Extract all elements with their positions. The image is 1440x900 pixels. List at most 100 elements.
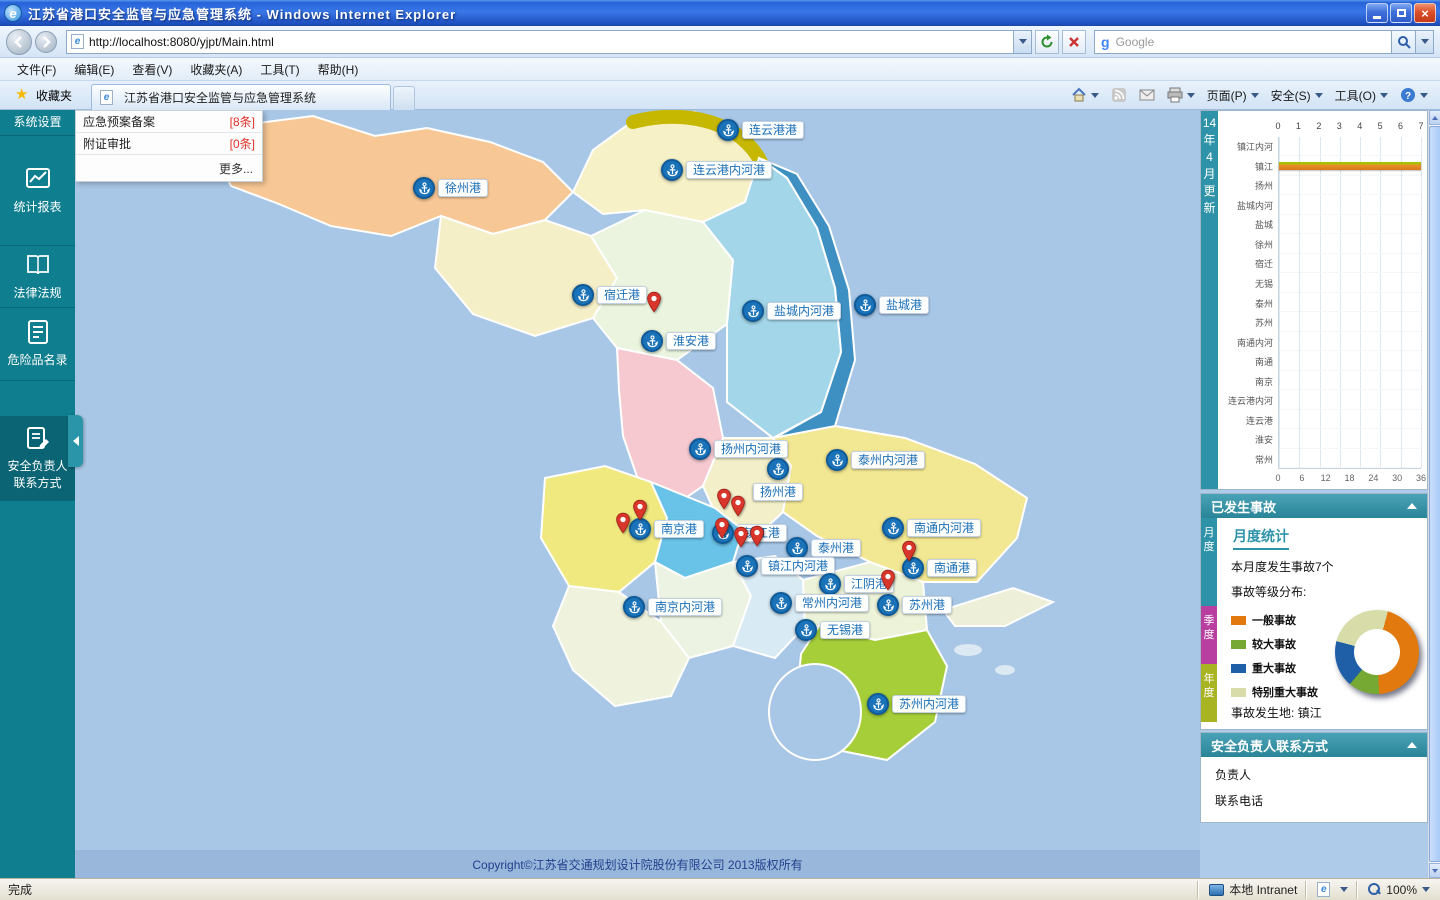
port-label[interactable]: 南通港 (927, 559, 977, 577)
browser-tab[interactable]: e 江苏省港口安全监管与应急管理系统 (91, 84, 391, 110)
port-label[interactable]: 盐城港 (879, 296, 929, 314)
menu-item[interactable]: 帮助(H) (309, 59, 368, 80)
mail-button[interactable] (1139, 87, 1155, 103)
anchor-icon[interactable] (854, 294, 876, 316)
accident-tab-年度[interactable]: 年度 (1201, 664, 1217, 722)
anchor-icon[interactable] (877, 594, 899, 616)
page-menu-button[interactable]: 页面(P) (1207, 87, 1259, 104)
port-label[interactable]: 盐城内河港 (767, 302, 841, 320)
sidebar-item-hazmat[interactable]: 危险品名录 (0, 308, 75, 381)
anchor-icon[interactable] (623, 596, 645, 618)
port-label[interactable]: 南京港 (654, 520, 704, 538)
incident-pin-icon[interactable] (615, 512, 631, 534)
port-label[interactable]: 常州内河港 (795, 594, 869, 612)
port-label[interactable]: 南京内河港 (648, 598, 722, 616)
menu-item[interactable]: 工具(T) (251, 59, 308, 80)
back-button[interactable] (6, 29, 32, 55)
sidebar-item-safety-contacts[interactable]: 安全负责人 联系方式 (0, 416, 75, 501)
anchor-icon[interactable] (717, 119, 739, 141)
notice-more-link[interactable]: 更多... (76, 155, 262, 181)
anchor-icon[interactable] (882, 517, 904, 539)
port-label[interactable]: 泰州内河港 (851, 451, 925, 469)
port-label[interactable]: 淮安港 (666, 332, 716, 350)
url-input[interactable]: e http://localhost:8080/yjpt/Main.html (66, 30, 1014, 54)
incident-pin-icon[interactable] (632, 499, 648, 521)
port-label[interactable]: 扬州内河港 (714, 440, 788, 458)
anchor-icon[interactable] (795, 619, 817, 641)
search-input[interactable]: g Google (1094, 30, 1392, 54)
anchor-icon[interactable] (629, 518, 651, 540)
anchor-icon[interactable] (770, 592, 792, 614)
close-button[interactable]: × (1414, 3, 1436, 23)
incident-pin-icon[interactable] (901, 540, 917, 562)
search-dropdown-button[interactable] (1416, 30, 1434, 54)
safety-menu-button[interactable]: 安全(S) (1271, 87, 1323, 104)
home-button[interactable] (1071, 87, 1099, 103)
anchor-icon[interactable] (413, 177, 435, 199)
search-go-button[interactable] (1392, 30, 1416, 54)
port-label[interactable]: 泰州港 (811, 539, 861, 557)
scroll-down-button[interactable] (1429, 863, 1440, 878)
anchor-icon[interactable] (641, 330, 663, 352)
anchor-icon[interactable] (826, 449, 848, 471)
port-label[interactable]: 扬州港 (753, 483, 803, 501)
notice-row[interactable]: 附证审批[0条] (76, 133, 262, 155)
incident-pin-icon[interactable] (646, 291, 662, 313)
menu-item[interactable]: 编辑(E) (65, 59, 123, 80)
refresh-button[interactable] (1035, 30, 1059, 54)
maximize-button[interactable] (1390, 3, 1412, 23)
accident-tab-季度[interactable]: 季度 (1201, 606, 1217, 664)
anchor-icon[interactable] (572, 284, 594, 306)
incident-pin-icon[interactable] (714, 517, 730, 539)
port-label[interactable]: 南通内河港 (907, 519, 981, 537)
favorites-button[interactable]: ★ 收藏夹 (6, 83, 81, 108)
incident-pin-icon[interactable] (749, 525, 765, 547)
new-tab-stub[interactable] (393, 86, 415, 110)
port-label[interactable]: 连云港港 (742, 121, 804, 139)
anchor-icon[interactable] (867, 693, 889, 715)
anchor-icon[interactable] (689, 438, 711, 460)
anchor-icon[interactable] (786, 537, 808, 559)
incident-pin-icon[interactable] (730, 495, 746, 517)
sidebar-collapse-handle[interactable] (68, 415, 83, 467)
menu-item[interactable]: 查看(V) (123, 59, 181, 80)
port-label[interactable]: 苏州内河港 (892, 695, 966, 713)
collapse-up-icon[interactable] (1407, 742, 1417, 748)
incident-pin-icon[interactable] (733, 526, 749, 548)
help-button[interactable]: ? (1400, 87, 1428, 103)
contact-row[interactable]: 联系电话 (1201, 783, 1427, 809)
accident-tab-月度[interactable]: 月度 (1201, 518, 1217, 606)
feeds-button[interactable] (1111, 87, 1127, 103)
port-label[interactable]: 宿迁港 (597, 286, 647, 304)
anchor-icon[interactable] (661, 159, 683, 181)
menu-item[interactable]: 收藏夹(A) (181, 59, 251, 80)
port-label[interactable]: 徐州港 (438, 179, 488, 197)
menu-item[interactable]: 文件(F) (8, 59, 65, 80)
port-label[interactable]: 连云港内河港 (686, 161, 772, 179)
anchor-icon[interactable] (742, 300, 764, 322)
anchor-icon[interactable] (736, 555, 758, 577)
incident-pin-icon[interactable] (880, 569, 896, 591)
print-button[interactable] (1167, 87, 1195, 103)
stop-button[interactable] (1062, 30, 1086, 54)
minimize-button[interactable] (1366, 3, 1388, 23)
port-label[interactable]: 无锡港 (820, 621, 870, 639)
port-label[interactable]: 苏州港 (902, 596, 952, 614)
anchor-icon[interactable] (767, 458, 789, 480)
zoom-control[interactable]: 100% (1358, 881, 1440, 899)
contact-row[interactable]: 负责人 (1201, 757, 1427, 783)
tools-menu-button[interactable]: 工具(O) (1335, 87, 1388, 104)
notice-row[interactable]: 应急预案备案[8条] (76, 111, 262, 133)
map-area[interactable]: 连云港港连云港内河港徐州港宿迁港盐城内河港 盐城港淮安港扬州内河港泰州内河港扬州港… (75, 110, 1200, 878)
forward-button[interactable] (35, 31, 57, 53)
scrollbar-thumb[interactable] (1429, 126, 1440, 862)
sidebar-item-system-settings[interactable]: 系统设置 (0, 110, 75, 136)
collapse-up-icon[interactable] (1407, 503, 1417, 509)
sidebar-item-laws[interactable]: 法律法规 (0, 246, 75, 308)
sidebar-item-statistics[interactable]: 统计报表 (0, 136, 75, 246)
port-label[interactable]: 镇江内河港 (761, 557, 835, 575)
url-dropdown-button[interactable] (1014, 30, 1032, 54)
scroll-up-button[interactable] (1429, 110, 1440, 125)
anchor-icon[interactable] (819, 573, 841, 595)
vertical-scrollbar[interactable] (1428, 110, 1440, 878)
